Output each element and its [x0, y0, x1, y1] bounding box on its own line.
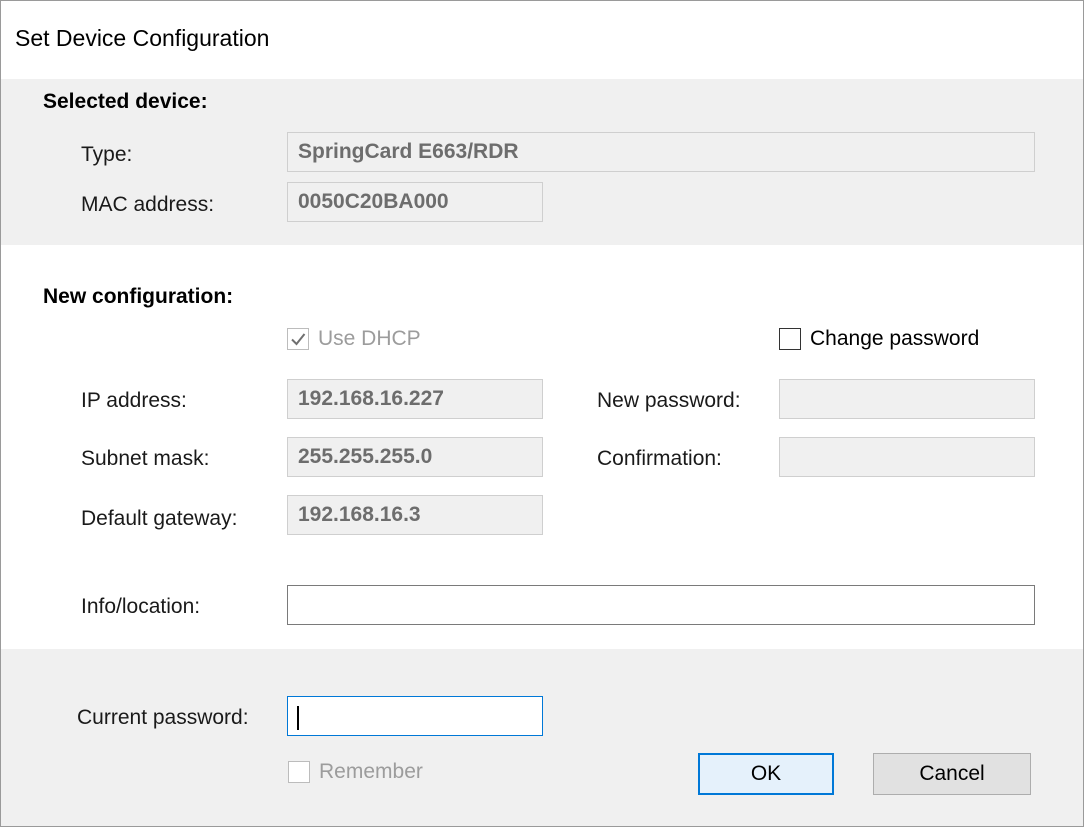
use-dhcp-checkbox[interactable]: Use DHCP — [287, 327, 421, 351]
use-dhcp-label: Use DHCP — [318, 327, 421, 350]
new-password-field — [779, 379, 1035, 419]
new-configuration-section: New configuration: Use DHCP Change passw… — [1, 245, 1083, 649]
title-bar: Set Device Configuration — [1, 1, 1083, 79]
subnet-mask-label: Subnet mask: — [81, 447, 210, 470]
type-field: SpringCard E663/RDR — [287, 132, 1035, 172]
new-configuration-heading: New configuration: — [43, 285, 234, 308]
change-password-label: Change password — [810, 327, 980, 350]
remember-checkbox[interactable]: Remember — [288, 760, 423, 784]
info-location-label: Info/location: — [81, 595, 201, 618]
mac-address-label: MAC address: — [81, 193, 215, 216]
info-location-input[interactable] — [287, 585, 1035, 625]
checkbox-empty-icon — [779, 328, 801, 350]
mac-address-field: 0050C20BA000 — [287, 182, 543, 222]
current-password-label: Current password: — [77, 706, 249, 729]
type-label: Type: — [81, 143, 133, 166]
current-password-input[interactable] — [287, 696, 543, 736]
selected-device-section: Selected device: Type: SpringCard E663/R… — [1, 79, 1083, 245]
new-password-label: New password: — [597, 389, 741, 412]
cancel-button[interactable]: Cancel — [873, 753, 1031, 795]
default-gateway-field: 192.168.16.3 — [287, 495, 543, 535]
default-gateway-label: Default gateway: — [81, 507, 238, 530]
change-password-checkbox[interactable]: Change password — [779, 327, 979, 351]
selected-device-heading: Selected device: — [43, 90, 208, 113]
ok-button[interactable]: OK — [698, 753, 834, 795]
confirmation-field — [779, 437, 1035, 477]
text-caret — [297, 706, 299, 730]
check-icon — [287, 328, 309, 350]
ip-address-field: 192.168.16.227 — [287, 379, 543, 419]
confirmation-label: Confirmation: — [597, 447, 722, 470]
dialog-window: Set Device Configuration Selected device… — [0, 0, 1084, 827]
window-title: Set Device Configuration — [15, 25, 270, 51]
remember-label: Remember — [319, 760, 423, 783]
checkbox-empty-icon — [288, 761, 310, 783]
ip-address-label: IP address: — [81, 389, 187, 412]
subnet-mask-field: 255.255.255.0 — [287, 437, 543, 477]
footer-section: Current password: Remember OK Cancel — [1, 649, 1083, 826]
